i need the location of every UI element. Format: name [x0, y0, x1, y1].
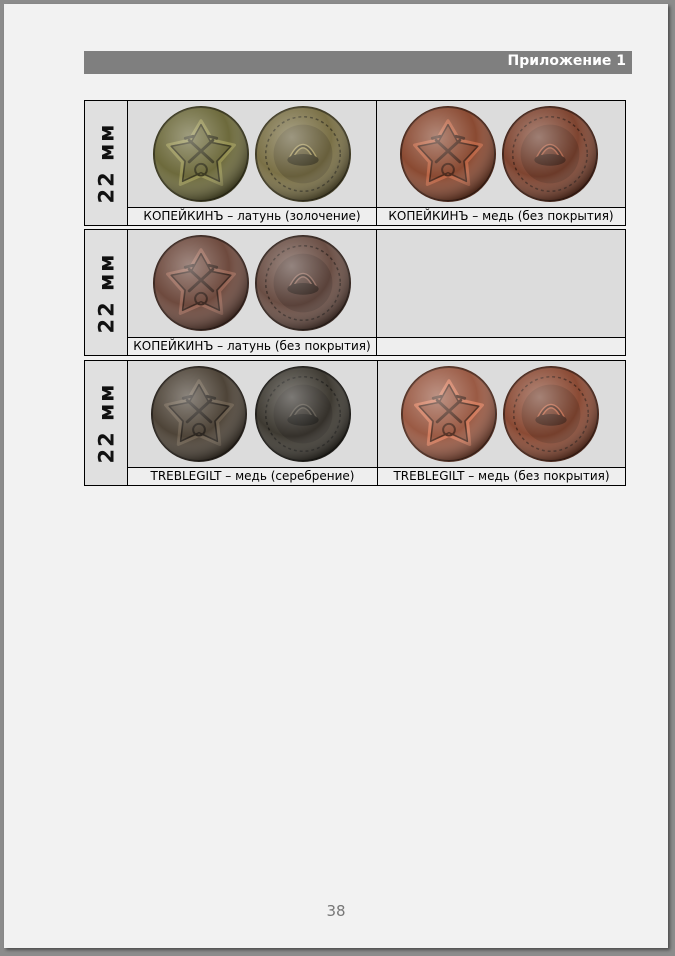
button-photo-pair: [128, 230, 376, 337]
empty-caption: [377, 337, 625, 355]
button-caption: КОПЕЙКИНЪ – латунь (золочение): [128, 207, 376, 225]
button-cell: КОПЕЙКИНЪ – латунь (золочение): [128, 101, 377, 225]
size-label: 22 мм: [85, 101, 128, 225]
size-label: 22 мм: [85, 230, 128, 355]
star-button-front-icon: [400, 365, 498, 463]
button-caption: КОПЕЙКИНЪ – медь (без покрытия): [377, 207, 625, 225]
button-photo-pair: [128, 361, 377, 467]
size-label-text: 22 мм: [94, 252, 118, 333]
button-cell: TREBLEGILT – медь (без покрытия): [378, 361, 625, 485]
button-cell: КОПЕЙКИНЪ – латунь (без покрытия): [128, 230, 377, 355]
button-caption: TREBLEGILT – медь (серебрение): [128, 467, 377, 485]
page-number: 38: [326, 902, 346, 920]
button-photo-pair: [377, 101, 625, 207]
appendix-title: Приложение 1: [507, 53, 626, 69]
button-cell: TREBLEGILT – медь (серебрение): [128, 361, 378, 485]
star-button-front-icon: [152, 105, 250, 203]
button-caption: КОПЕЙКИНЪ – латунь (без покрытия): [128, 337, 376, 355]
size-label-text: 22 мм: [94, 122, 118, 204]
appendix-header-bar: Приложение 1: [84, 51, 632, 74]
size-label-text: 22 мм: [94, 382, 118, 464]
button-photo-pair: [378, 361, 625, 467]
star-button-front-icon: [152, 234, 250, 332]
star-button-front-icon: [399, 105, 497, 203]
star-button-front-icon: [150, 365, 248, 463]
button-photo-pair: [128, 101, 376, 207]
button-caption: TREBLEGILT – медь (без покрытия): [378, 467, 625, 485]
button-group-block-3: 22 мм TREBLEGILT – медь (серебрение) TRE…: [84, 360, 626, 486]
button-group-block-1: 22 мм КОПЕЙКИНЪ – латунь (золочение) КОП…: [84, 100, 626, 226]
button-shank-back-icon: [254, 105, 352, 203]
button-shank-back-icon: [254, 365, 352, 463]
size-label: 22 мм: [85, 361, 128, 485]
button-shank-back-icon: [501, 105, 599, 203]
button-group-block-2: 22 мм КОПЕЙКИНЪ – латунь (без покрытия): [84, 229, 626, 356]
button-shank-back-icon: [254, 234, 352, 332]
document-page: Приложение 1 22 мм КОПЕЙКИНЪ – латунь (з…: [4, 4, 668, 948]
button-cell: КОПЕЙКИНЪ – медь (без покрытия): [377, 101, 625, 225]
empty-cell: [377, 230, 625, 355]
button-shank-back-icon: [502, 365, 600, 463]
